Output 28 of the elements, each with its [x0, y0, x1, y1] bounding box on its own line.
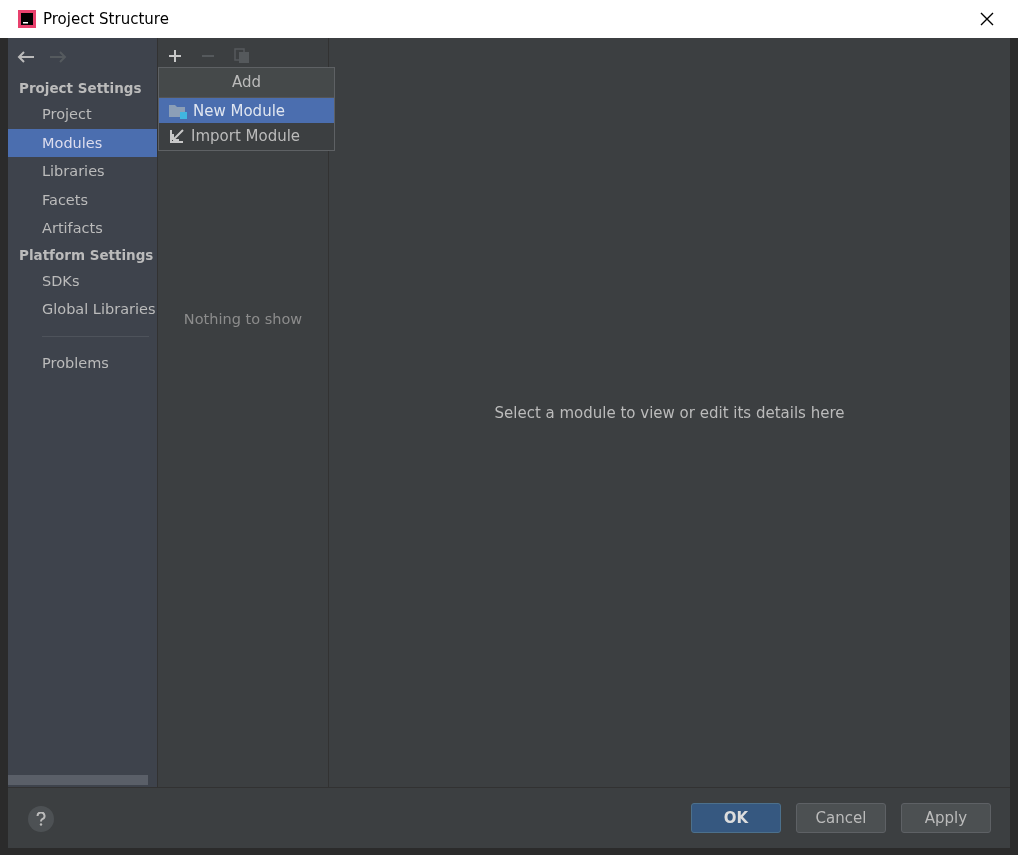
- dialog-button[interactable]: Apply: [901, 803, 991, 833]
- empty-list-text: Nothing to show: [182, 311, 304, 327]
- section-heading: Project Settings: [18, 79, 142, 98]
- sidebar-item[interactable]: Artifacts: [8, 214, 157, 243]
- dialog-button[interactable]: Cancel: [796, 803, 886, 833]
- empty-details-text: Select a module to view or edit its details here: [494, 403, 845, 422]
- dialog-button[interactable]: OK: [691, 803, 781, 833]
- scrollbar[interactable]: [8, 775, 148, 785]
- question-mark-icon: [36, 812, 46, 826]
- menu-item[interactable]: New Module: [159, 98, 334, 123]
- menu-title: Add: [159, 68, 334, 98]
- menu-item[interactable]: Import Module: [159, 123, 334, 148]
- section-heading: Platform Settings: [18, 245, 154, 265]
- sidebar-item[interactable]: Problems: [8, 348, 157, 377]
- sidebar-item[interactable]: Modules: [8, 128, 157, 157]
- app-logo-icon: [18, 10, 36, 28]
- add-icon[interactable]: [168, 49, 182, 63]
- sidebar-item[interactable]: Facets: [8, 185, 157, 214]
- import-arrow-icon: [169, 127, 185, 144]
- sidebar-item[interactable]: Project: [8, 100, 157, 129]
- back-arrow-icon[interactable]: [17, 50, 35, 64]
- window-title: Project Structure: [43, 10, 170, 28]
- sidebar-item[interactable]: Global Libraries: [8, 295, 157, 324]
- sidebar-item[interactable]: SDKs: [8, 266, 157, 295]
- close-icon[interactable]: [980, 12, 994, 26]
- help-button[interactable]: [28, 806, 54, 832]
- sidebar-item[interactable]: Libraries: [8, 157, 157, 186]
- folder-icon: [169, 102, 187, 119]
